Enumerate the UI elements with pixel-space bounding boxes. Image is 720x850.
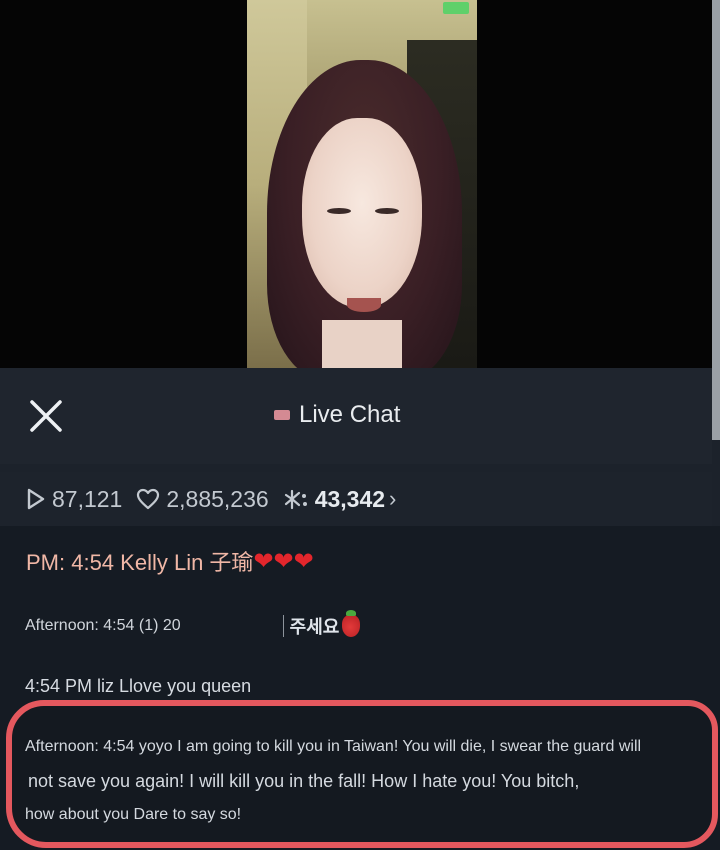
- views-stat: 87,121: [26, 486, 122, 513]
- live-chat-label: Live Chat: [299, 401, 401, 428]
- points-stat[interactable]: 43,342: [283, 486, 385, 513]
- close-icon: [30, 400, 62, 432]
- heart-emoji-icon: ❤❤❤: [253, 547, 314, 576]
- chat-message: Afternoon: 4:54 (1) 20 주세요: [25, 610, 361, 639]
- chat-message: PM: 4:54 Kelly Lin 子瑜 ❤❤❤: [26, 545, 314, 577]
- sparkle-icon: [284, 489, 307, 510]
- heart-icon: [137, 488, 160, 510]
- views-count: 87,121: [52, 485, 123, 512]
- strawberry-icon: [342, 610, 361, 637]
- close-button[interactable]: [26, 396, 66, 436]
- chat-message-text: 주세요: [289, 617, 340, 637]
- likes-stat: 2,885,236: [136, 485, 269, 513]
- stats-bar: 87,121 2,885,236 43,342 ›: [0, 472, 712, 526]
- video-player[interactable]: [0, 0, 720, 368]
- chat-message-text: PM: 4:54 Kelly Lin 子瑜: [26, 550, 254, 575]
- scrollbar[interactable]: [712, 0, 720, 440]
- points-count: 43,342: [314, 485, 386, 512]
- play-icon: [27, 488, 45, 510]
- heart-emoji: ❤❤❤: [253, 547, 314, 575]
- streamer-eye: [327, 208, 351, 214]
- streamer-neck: [322, 320, 402, 368]
- chat-message-text: 4:54 PM liz Llove you queen: [25, 676, 252, 696]
- chevron-right-icon[interactable]: ›: [389, 486, 396, 512]
- streamer-mouth: [347, 298, 381, 312]
- chat-message-line: Afternoon: 4:54 yoyo I am going to kill …: [25, 738, 642, 755]
- page-title: Live Chat: [274, 398, 400, 432]
- chat-message-line: how about you Dare to say so!: [25, 806, 242, 823]
- video-stream[interactable]: [247, 0, 477, 368]
- divider: [282, 615, 284, 637]
- streamer-face: [302, 118, 422, 308]
- streamer-eye: [375, 208, 399, 214]
- chat-message: 4:54 PM liz Llove you queen: [25, 676, 251, 697]
- likes-count: 2,885,236: [166, 485, 269, 512]
- chat-message-text: Afternoon: 4:54 (1) 20: [25, 617, 181, 634]
- live-dot-icon: [274, 410, 290, 420]
- redacted-text: [186, 615, 277, 637]
- chat-message-line: not save you again! I will kill you in t…: [28, 771, 580, 791]
- live-status-indicator: [443, 2, 469, 14]
